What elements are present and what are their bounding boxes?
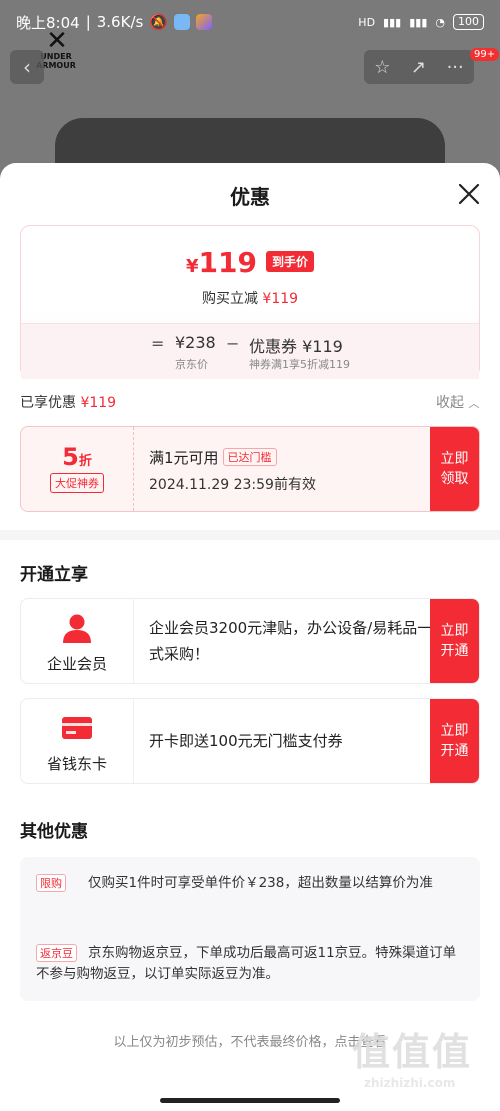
- card-icon: [62, 717, 92, 739]
- saving-card-open-button[interactable]: 立即 开通: [430, 699, 479, 783]
- app-notification-icon-2: [196, 14, 212, 30]
- claim-line2: 领取: [440, 471, 469, 487]
- cart-badge: 99+: [470, 48, 500, 61]
- signal-icon: ▮▮▮: [383, 15, 402, 29]
- instant-discount: 购买立减 ¥119: [21, 288, 479, 308]
- top-action-bar: ☆ ↗ ···: [364, 50, 474, 84]
- saving-card-block: 省钱东卡: [21, 699, 134, 783]
- battery-icon: 100: [453, 14, 484, 30]
- base-price-value: ¥238: [175, 333, 216, 352]
- saving-card-text: 开卡即送100元无门槛支付券: [149, 732, 343, 750]
- coupon-caption: 神券满1享5折减119: [249, 358, 350, 371]
- other-section-heading: 其他优惠: [20, 822, 88, 842]
- status-speed: 3.6K/s: [96, 13, 144, 31]
- collapse-label: 收起: [436, 395, 464, 411]
- watermark-logo: 值值值: [352, 1030, 473, 1074]
- jingdou-tag: 返京豆: [36, 944, 77, 962]
- coupon-discount-value: 5: [62, 443, 79, 471]
- mute-icon: 🔕: [149, 13, 168, 31]
- watermark: 值值值 zhizhizhi.com: [352, 1021, 472, 1090]
- coupon-discount: 5折: [21, 443, 133, 471]
- open-line1: 立即: [440, 623, 469, 639]
- signal-icon-2: ▮▮▮: [409, 15, 428, 29]
- coupon-value: 优惠券 ¥119: [249, 337, 343, 356]
- discount-sheet: 优惠 ¥119 到手价 购买立减 ¥119 = ¥238 京东价 − 优惠券 ¥…: [0, 163, 500, 1111]
- share-icon[interactable]: ↗: [411, 57, 426, 78]
- claim-coupon-button[interactable]: 立即 领取: [430, 427, 479, 511]
- close-button[interactable]: [456, 181, 482, 207]
- limit-tag: 限购: [36, 874, 66, 892]
- star-icon[interactable]: ☆: [374, 57, 390, 78]
- coupon-expiry: 2024.11.29 23:59前有效: [149, 477, 316, 493]
- sheet-title: 优惠: [230, 185, 270, 209]
- chevron-up-icon: ︿: [468, 397, 480, 410]
- user-icon: [63, 614, 91, 643]
- price-summary-card: ¥119 到手价 购买立减 ¥119 = ¥238 京东价 − 优惠券 ¥119…: [20, 225, 480, 379]
- coupon-discount-block: 5折 大促神券: [21, 427, 134, 511]
- close-icon: [458, 183, 480, 205]
- coupon-type-tag: 大促神券: [50, 473, 104, 493]
- wifi-icon: ◔: [435, 15, 445, 29]
- brand-mark-icon: ✕: [46, 26, 68, 56]
- coupon-discount-unit: 折: [78, 454, 92, 469]
- open-section-heading: 开通立享: [20, 565, 88, 585]
- currency-symbol: ¥: [185, 256, 199, 277]
- final-price-tag: 到手价: [266, 251, 315, 272]
- saving-card-label: 省钱东卡: [46, 755, 107, 773]
- claim-line1: 立即: [440, 451, 469, 467]
- price-formula: = ¥238 京东价 − 优惠券 ¥119 神券满1享5折减119: [21, 323, 479, 379]
- final-price: ¥119 到手价: [21, 246, 479, 279]
- coupon-details: 满1元可用 已达门槛 2024.11.29 23:59前有效: [149, 447, 316, 494]
- home-indicator[interactable]: [160, 1098, 340, 1103]
- open-line2-2: 开通: [440, 743, 469, 759]
- final-price-amount: 119: [198, 246, 257, 279]
- coupon-condition: 满1元可用: [149, 449, 219, 467]
- base-price-caption: 京东价: [175, 358, 208, 371]
- coupon-status-badge: 已达门槛: [222, 448, 277, 466]
- enterprise-member-label: 企业会员: [46, 655, 107, 673]
- chevron-left-icon: ‹: [23, 55, 31, 79]
- app-notification-icon: [174, 14, 190, 30]
- open-line1-2: 立即: [440, 723, 469, 739]
- enjoyed-discount: 已享优惠 ¥119: [20, 392, 116, 412]
- enterprise-member-text: 企业会员3200元津贴，办公设备/易耗品一站式采购！: [149, 619, 448, 663]
- more-icon[interactable]: ···: [447, 57, 464, 78]
- minus-sign: −: [226, 334, 240, 353]
- list-item: 返京豆 京东购物返京豆，下单成功后最高可返11京豆。特殊渠道订单不参与购物返豆，…: [36, 943, 466, 985]
- enterprise-open-button[interactable]: 立即 开通: [430, 599, 479, 683]
- watermark-url: zhizhizhi.com: [364, 1076, 456, 1090]
- list-item: 限购 仅购买1件时可享受单件价￥238，超出数量以结算价为准: [36, 873, 466, 894]
- limit-text: 仅购买1件时可享受单件价￥238，超出数量以结算价为准: [88, 875, 433, 891]
- coupon-card: 5折 大促神券 满1元可用 已达门槛 2024.11.29 23:59前有效 立即…: [20, 426, 480, 512]
- network-type: HD: [358, 15, 376, 29]
- enterprise-member-block: 企业会员: [21, 599, 134, 683]
- jingdou-text: 京东购物返京豆，下单成功后最高可返11京豆。特殊渠道订单不参与购物返豆，以订单实…: [36, 945, 457, 982]
- collapse-toggle[interactable]: 收起 ︿: [436, 392, 479, 412]
- enterprise-member-card: 企业会员 企业会员3200元津贴，办公设备/易耗品一站式采购！ 立即开通: [20, 598, 480, 684]
- section-divider: [0, 530, 500, 540]
- instant-discount-value: ¥119: [262, 291, 299, 307]
- back-button[interactable]: ‹: [10, 50, 44, 84]
- enjoyed-label: 已享优惠: [20, 395, 76, 411]
- enjoyed-value: ¥119: [80, 395, 117, 411]
- instant-discount-label: 购买立减: [201, 291, 258, 307]
- other-discounts-box: 限购 仅购买1件时可享受单件价￥238，超出数量以结算价为准 返京豆 京东购物返…: [20, 857, 480, 1001]
- saving-card-card: 省钱东卡 开卡即送100元无门槛支付券 立即开通: [20, 698, 480, 784]
- equals-sign: =: [151, 334, 165, 353]
- open-line2: 开通: [440, 643, 469, 659]
